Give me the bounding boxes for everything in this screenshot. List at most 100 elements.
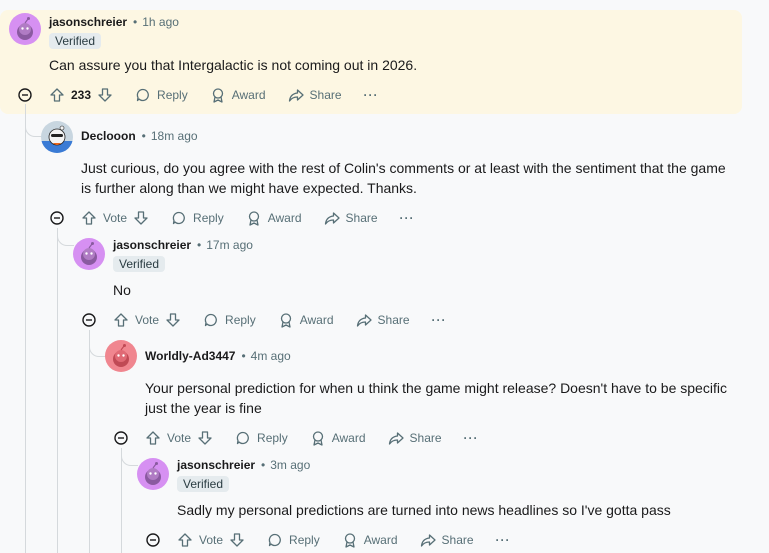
downvote-icon[interactable]: [229, 532, 245, 548]
thread-connector: [89, 342, 106, 357]
reply-button[interactable]: Reply: [135, 87, 188, 103]
reply-icon: [236, 431, 249, 445]
reply-icon: [268, 533, 281, 547]
comment-author[interactable]: jasonschreier: [113, 238, 191, 252]
more-options-button[interactable]: ···: [432, 313, 447, 327]
meta-separator: •: [133, 15, 138, 29]
award-icon: [212, 88, 223, 103]
downvote-icon[interactable]: [197, 430, 213, 446]
collapse-thread-icon[interactable]: [82, 313, 96, 327]
share-label: Share: [377, 313, 410, 327]
thread-connector: [25, 122, 42, 137]
upvote-icon[interactable]: [113, 312, 129, 328]
downvote-icon[interactable]: [165, 312, 181, 328]
more-options-button[interactable]: ···: [364, 88, 379, 102]
share-icon: [356, 314, 372, 327]
reply-button[interactable]: Reply: [267, 532, 320, 548]
avatar[interactable]: [105, 340, 137, 372]
comment-timestamp[interactable]: 1h ago: [142, 15, 179, 29]
comment-timestamp[interactable]: 3m ago: [270, 458, 310, 472]
avatar[interactable]: [9, 13, 41, 45]
verified-badge: Verified: [177, 476, 230, 492]
collapse-thread-icon[interactable]: [146, 533, 160, 547]
comment-body: Just curious, do you agree with the rest…: [81, 158, 726, 198]
award-button[interactable]: Award: [246, 210, 302, 226]
comment-author[interactable]: jasonschreier: [49, 15, 127, 29]
avatar[interactable]: [73, 238, 105, 270]
comment-author[interactable]: Declooon: [81, 129, 136, 143]
vote-count: 233: [71, 88, 92, 102]
award-label: Award: [267, 211, 302, 225]
comment-timestamp[interactable]: 4m ago: [251, 349, 291, 363]
award-label: Award: [231, 88, 266, 102]
share-button[interactable]: Share: [324, 210, 378, 226]
award-button[interactable]: Award: [310, 430, 366, 446]
thread-line[interactable]: [57, 228, 58, 553]
comment-body-line: Your personal prediction for when u thin…: [145, 380, 727, 396]
more-options-button[interactable]: ···: [400, 211, 415, 225]
share-label: Share: [309, 88, 342, 102]
award-icon: [248, 211, 259, 226]
comment-body-line: No: [113, 282, 131, 298]
vote-count: Vote: [167, 431, 192, 445]
meta-separator: •: [197, 238, 202, 252]
share-label: Share: [345, 211, 378, 225]
snoo-avatar-icon: [145, 462, 161, 485]
meta-separator: •: [141, 129, 146, 143]
downvote-icon[interactable]: [133, 210, 149, 226]
award-button[interactable]: Award: [278, 312, 334, 328]
comment-timestamp[interactable]: 18m ago: [151, 129, 198, 143]
vote-control: Vote: [81, 210, 149, 226]
thread-line[interactable]: [89, 330, 90, 553]
upvote-icon[interactable]: [49, 87, 65, 103]
collapse-thread-icon[interactable]: [50, 211, 64, 225]
upvote-icon[interactable]: [145, 430, 161, 446]
comment-body: Your personal prediction for when u thin…: [145, 378, 727, 418]
reply-label: Reply: [157, 88, 188, 102]
comment-author[interactable]: jasonschreier: [177, 458, 255, 472]
verified-badge: Verified: [49, 33, 102, 49]
snoo-avatar-icon: [41, 125, 73, 153]
share-icon: [288, 89, 304, 102]
vote-control: 233: [49, 87, 113, 103]
share-button[interactable]: Share: [388, 430, 442, 446]
avatar[interactable]: [137, 458, 169, 490]
comment-body-line: Sadly my personal predictions are turned…: [177, 502, 671, 518]
upvote-icon[interactable]: [81, 210, 97, 226]
award-label: Award: [299, 313, 334, 327]
award-icon: [280, 313, 291, 328]
snoo-avatar-icon: [81, 242, 97, 265]
reply-label: Reply: [257, 431, 288, 445]
thread-line[interactable]: [121, 448, 122, 553]
share-icon: [388, 432, 404, 445]
award-button[interactable]: Award: [210, 87, 266, 103]
reply-label: Reply: [193, 211, 224, 225]
collapse-thread-icon[interactable]: [18, 88, 32, 102]
award-label: Award: [331, 431, 366, 445]
share-button[interactable]: Share: [356, 312, 410, 328]
share-icon: [420, 534, 436, 547]
comment-body: Sadly my personal predictions are turned…: [177, 500, 671, 520]
downvote-icon[interactable]: [97, 87, 113, 103]
more-options-button[interactable]: ···: [496, 533, 511, 547]
reply-button[interactable]: Reply: [203, 312, 256, 328]
collapse-thread-icon[interactable]: [114, 431, 128, 445]
reply-label: Reply: [225, 313, 256, 327]
more-options-button[interactable]: ···: [464, 431, 479, 445]
reply-button[interactable]: Reply: [171, 210, 224, 226]
comment-timestamp[interactable]: 17m ago: [206, 238, 253, 252]
vote-count: Vote: [103, 211, 128, 225]
comment-body-line: is further along than we might have expe…: [81, 180, 417, 196]
reply-button[interactable]: Reply: [235, 430, 288, 446]
vote-control: Vote: [177, 532, 245, 548]
share-button[interactable]: Share: [420, 532, 474, 548]
thread-line[interactable]: [25, 104, 26, 553]
avatar[interactable]: [41, 121, 73, 153]
upvote-icon[interactable]: [177, 532, 193, 548]
vote-count: Vote: [199, 533, 224, 547]
award-button[interactable]: Award: [342, 532, 398, 548]
award-icon: [344, 533, 355, 548]
share-button[interactable]: Share: [288, 87, 342, 103]
comment-author[interactable]: Worldly-Ad3447: [145, 349, 235, 363]
comment-body-line: Just curious, do you agree with the rest…: [81, 160, 726, 176]
